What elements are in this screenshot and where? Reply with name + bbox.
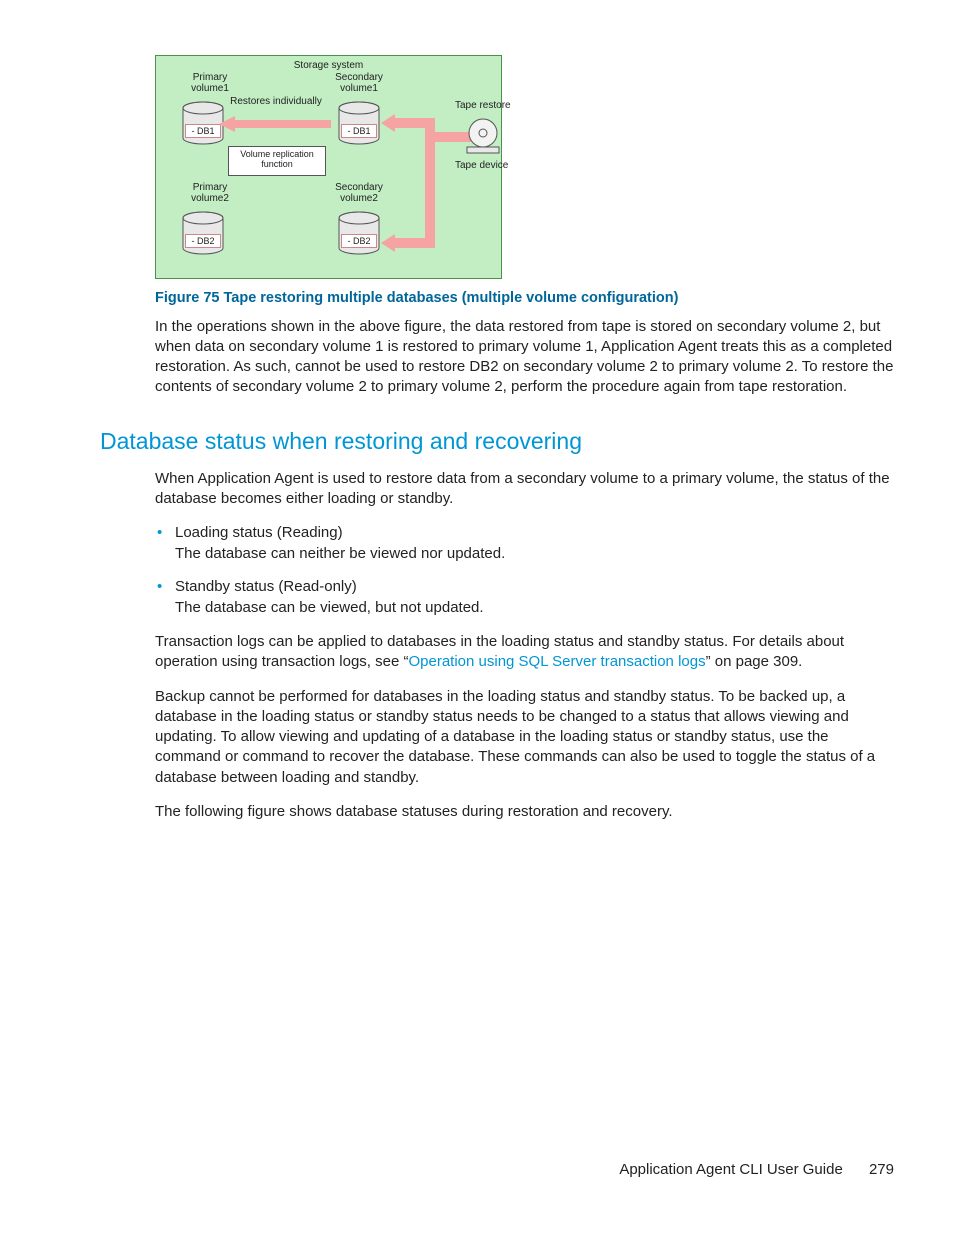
chip-db2-primary: - DB2 <box>185 234 221 248</box>
para4a: Backup cannot be performed for databases… <box>155 688 849 746</box>
bullet-desc-standby: The database can be viewed, but not upda… <box>175 598 894 618</box>
bullet-title-standby: Standby status (Read-only) <box>175 577 894 597</box>
para4c: command to recover the database. These c… <box>155 748 875 785</box>
status-list: Loading status (Reading) The database ca… <box>155 523 894 618</box>
box-volume-replication: Volume replication function <box>228 146 326 176</box>
label-tape-device: Tape device <box>455 159 545 173</box>
arrow-restore-individually <box>219 114 331 134</box>
section-heading: Database status when restoring and recov… <box>100 426 894 457</box>
paragraph-figure-lead: The following figure shows database stat… <box>155 802 894 822</box>
label-primary-vol2: Primary volume2 <box>180 182 240 204</box>
para4b: command or <box>155 748 243 765</box>
page-footer: Application Agent CLI User Guide 279 <box>619 1160 894 1180</box>
label-primary-vol1: Primary volume1 <box>180 72 240 94</box>
footer-title: Application Agent CLI User Guide <box>619 1161 842 1178</box>
tape-restore-diagram: Storage system Primary volume1 Secondary… <box>155 55 502 279</box>
label-restores-individually: Restores individually <box>225 96 327 107</box>
footer-page-number: 279 <box>869 1161 894 1178</box>
bullet-title-loading: Loading status (Reading) <box>175 523 894 543</box>
list-item: Loading status (Reading) The database ca… <box>155 523 894 565</box>
paragraph-figure-desc: In the operations shown in the above fig… <box>155 317 894 398</box>
chip-db1-secondary: - DB1 <box>341 124 377 138</box>
label-secondary-vol1: Secondary volume1 <box>324 72 394 94</box>
list-item: Standby status (Read-only) The database … <box>155 577 894 619</box>
tape-device-icon <box>463 117 503 157</box>
chip-db1-primary: - DB1 <box>185 124 221 138</box>
bullet-desc-loading: The database can neither be viewed nor u… <box>175 544 894 564</box>
label-tape-restore: Tape restore <box>455 99 545 113</box>
figure-caption: Figure 75 Tape restoring multiple databa… <box>155 289 894 309</box>
cylinder-secondary1 <box>336 100 382 146</box>
link-sql-transaction-logs[interactable]: Operation using SQL Server transaction l… <box>408 653 705 670</box>
para3b: ” on page 309. <box>706 653 803 670</box>
paragraph-intro: When Application Agent is used to restor… <box>155 469 894 510</box>
label-storage-system: Storage system <box>156 60 501 71</box>
chip-db2-secondary: - DB2 <box>341 234 377 248</box>
cylinder-secondary2 <box>336 210 382 256</box>
cylinder-primary2 <box>180 210 226 256</box>
paragraph-transaction-logs: Transaction logs can be applied to datab… <box>155 632 894 673</box>
paragraph-backup-status: Backup cannot be performed for databases… <box>155 687 894 788</box>
